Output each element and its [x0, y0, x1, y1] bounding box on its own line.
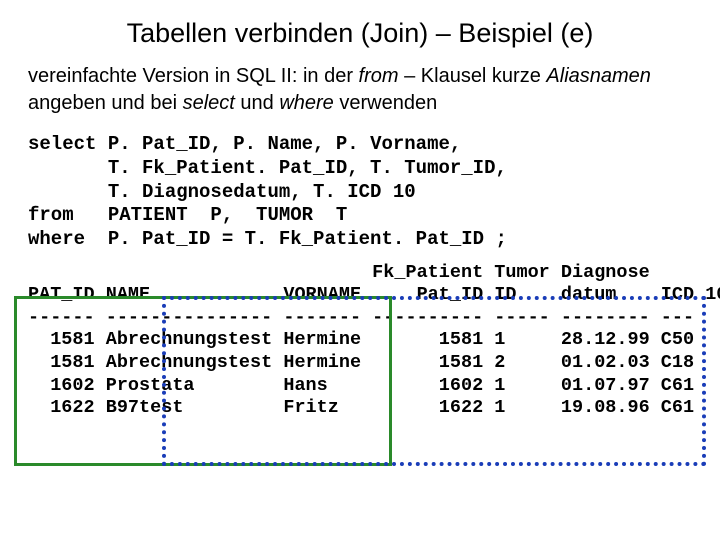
- page-title: Tabellen verbinden (Join) – Beispiel (e): [28, 18, 692, 49]
- sql-line: P. Pat_ID = T. Fk_Patient. Pat_ID ;: [85, 228, 507, 250]
- subtitle-select: select: [183, 92, 235, 114]
- subtitle-text: vereinfachte Version in SQL II: in der: [28, 65, 359, 87]
- kw-where: where: [28, 228, 85, 250]
- table-header: PAT_ID NAME VORNAME Pat_ID ID datum ICD …: [28, 284, 720, 305]
- kw-select: select: [28, 133, 96, 155]
- subtitle-text: – Klausel kurze: [399, 65, 547, 87]
- table-divider: ------ --------------- ------- ---------…: [28, 307, 694, 328]
- table-row: 1622 B97test Fritz 1622 1 19.08.96 C61: [28, 397, 694, 418]
- subtitle-where: where: [279, 92, 333, 114]
- kw-from: from: [28, 204, 74, 226]
- sql-line: T. Diagnosedatum, T. ICD 10: [28, 181, 416, 203]
- sql-block: select P. Pat_ID, P. Name, P. Vorname, T…: [28, 133, 692, 252]
- subtitle: vereinfachte Version in SQL II: in der f…: [28, 63, 692, 117]
- subtitle-text: und: [235, 92, 279, 114]
- table-header: Fk_Patient Tumor Diagnose: [28, 262, 650, 283]
- subtitle-text: angeben und bei: [28, 92, 183, 114]
- result-table: Fk_Patient Tumor Diagnose PAT_ID NAME VO…: [28, 262, 692, 420]
- sql-line: P. Pat_ID, P. Name, P. Vorname,: [96, 133, 461, 155]
- table-row: 1581 Abrechnungstest Hermine 1581 2 01.0…: [28, 352, 694, 373]
- table-row: 1581 Abrechnungstest Hermine 1581 1 28.1…: [28, 329, 694, 350]
- sql-line: T. Fk_Patient. Pat_ID, T. Tumor_ID,: [28, 157, 507, 179]
- sql-line: PATIENT P, TUMOR T: [74, 204, 348, 226]
- subtitle-alias: Aliasnamen: [546, 65, 651, 87]
- subtitle-from: from: [359, 65, 399, 87]
- table-row: 1602 Prostata Hans 1602 1 01.07.97 C61: [28, 375, 694, 396]
- subtitle-text: verwenden: [334, 92, 437, 114]
